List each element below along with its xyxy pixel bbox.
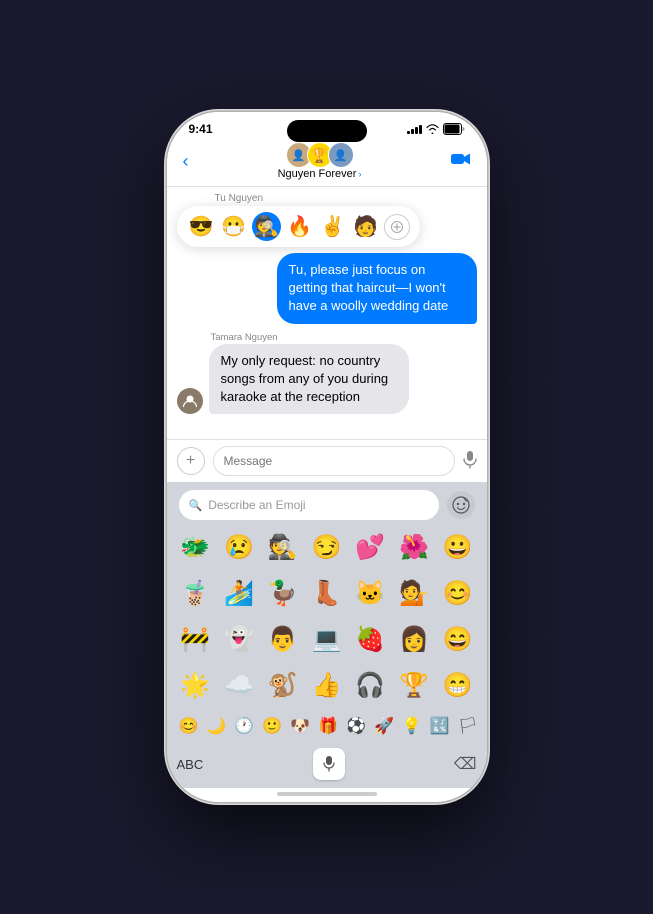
emoji-crown[interactable]: 🌺 — [393, 528, 435, 566]
add-reaction-button[interactable] — [384, 214, 410, 240]
toolbar-moon-icon[interactable]: 🌙 — [202, 712, 230, 740]
received-message-row: My only request: no country songs from a… — [177, 344, 477, 415]
keyboard-toolbar: 😊 🌙 🕐 🙂 🐶 🎁 ⚽ 🚀 💡 🔣 🏳 — [167, 708, 487, 744]
emoji-boots[interactable]: 👢 — [306, 574, 348, 612]
signal-icon — [407, 124, 422, 134]
reaction-emoji-5[interactable]: ✌️ — [318, 212, 347, 241]
emoji-smile[interactable]: 😊 — [437, 574, 479, 612]
emoji-bubble-tea[interactable]: 🧋 — [175, 574, 217, 612]
sent-bubble-text: Tu, please just focus on getting that ha… — [289, 262, 449, 313]
toolbar-flags-icon[interactable]: 🏳 — [454, 712, 482, 740]
emoji-star[interactable]: 🌟 — [175, 666, 217, 704]
mic-icon[interactable] — [463, 451, 477, 472]
reaction-emoji-3[interactable]: 🕵️ — [252, 212, 281, 241]
status-bar: 9:41 — [167, 112, 487, 138]
received-bubble-text: My only request: no country songs from a… — [221, 353, 389, 404]
emoji-laugh[interactable]: 😄 — [437, 620, 479, 658]
back-button[interactable]: ‹ — [183, 151, 189, 172]
home-indicator — [167, 788, 487, 802]
emoji-grid-row2: 🧋 🏄 🦆 👢 🐱 💁 😊 — [167, 570, 487, 616]
dynamic-island — [287, 120, 367, 142]
sender2-avatar — [177, 388, 203, 414]
toolbar-travel-icon[interactable]: 🚀 — [370, 712, 398, 740]
reaction-emoji-1[interactable]: 😎 — [187, 212, 216, 241]
emoji-spy[interactable]: 🕵️ — [262, 528, 304, 566]
emoji-cone[interactable]: 🚧 — [175, 620, 217, 658]
emoji-cloud[interactable]: ☁️ — [218, 666, 260, 704]
nav-bar: ‹ 👤 🏆 👤 Nguyen Forever › — [167, 138, 487, 187]
emoji-search-bar: 🔍 Describe an Emoji — [167, 482, 487, 524]
toolbar-animal-icon[interactable]: 🐶 — [286, 712, 314, 740]
search-magnifier-icon: 🔍 — [189, 499, 203, 512]
emoji-info-person[interactable]: 💁 — [393, 574, 435, 612]
emoji-thumbsup[interactable]: 👍 — [306, 666, 348, 704]
battery-icon — [443, 123, 465, 135]
phone-frame: 9:41 — [167, 112, 487, 802]
sent-bubble: Tu, please just focus on getting that ha… — [277, 253, 477, 324]
delete-key[interactable]: ⌫ — [454, 754, 477, 774]
emoji-woman[interactable]: 👩 — [393, 620, 435, 658]
status-time: 9:41 — [189, 122, 213, 136]
keyboard-bottom-bar: ABC ⌫ — [167, 744, 487, 788]
emoji-cat[interactable]: 🐱 — [349, 574, 391, 612]
toolbar-clock-icon[interactable]: 🕐 — [230, 712, 258, 740]
group-name-chevron: › — [358, 169, 361, 179]
reaction-emoji-4[interactable]: 🔥 — [285, 212, 314, 241]
emoji-man[interactable]: 👨 — [262, 620, 304, 658]
emoji-search-field[interactable]: 🔍 Describe an Emoji — [179, 490, 439, 520]
group-name-row: Nguyen Forever › — [278, 168, 362, 180]
emoji-generate-button[interactable] — [447, 491, 475, 519]
emoji-grid-row1: 🐲 😢 🕵️ 😏 💕 🌺 😀 — [167, 524, 487, 570]
emoji-grin[interactable]: 😀 — [437, 528, 479, 566]
toolbar-symbols-icon[interactable]: 🔣 — [426, 712, 454, 740]
emoji-surf[interactable]: 🏄 — [218, 574, 260, 612]
received-bubble: My only request: no country songs from a… — [209, 344, 409, 415]
emoji-sad[interactable]: 😢 — [218, 528, 260, 566]
messages-area: Tu Nguyen 😎 😷 🕵️ 🔥 ✌️ 🧑 T — [167, 187, 487, 439]
sender2-label: Tamara Nguyen — [211, 332, 477, 343]
sender-above-label: Tu Nguyen — [215, 193, 477, 204]
home-bar — [277, 792, 377, 796]
nav-center[interactable]: 👤 🏆 👤 Nguyen Forever › — [278, 142, 362, 180]
phone-screen: 9:41 — [167, 112, 487, 802]
toolbar-gift-icon[interactable]: 🎁 — [314, 712, 342, 740]
toolbar-objects-icon[interactable]: 💡 — [398, 712, 426, 740]
emoji-search-placeholder: Describe an Emoji — [208, 498, 305, 512]
emoji-strawberry[interactable]: 🍓 — [349, 620, 391, 658]
message-input[interactable] — [213, 446, 455, 476]
emoji-duck[interactable]: 🦆 — [262, 574, 304, 612]
emoji-ghost[interactable]: 👻 — [218, 620, 260, 658]
emoji-monkey[interactable]: 🐒 — [262, 666, 304, 704]
toolbar-emoji-icon[interactable]: 😊 — [175, 712, 203, 740]
emoji-smirk[interactable]: 😏 — [306, 528, 348, 566]
emoji-laptop[interactable]: 💻 — [306, 620, 348, 658]
emoji-grid-row4: 🌟 ☁️ 🐒 👍 🎧 🏆 😁 — [167, 662, 487, 708]
abc-button[interactable]: ABC — [177, 757, 204, 772]
reaction-emoji-2[interactable]: 😷 — [219, 212, 248, 241]
video-call-icon[interactable] — [451, 152, 471, 171]
emoji-reaction-bar: 😎 😷 🕵️ 🔥 ✌️ 🧑 — [177, 206, 420, 247]
attachment-button[interactable]: + — [177, 447, 205, 475]
status-icons — [407, 123, 465, 135]
keyboard-mic-button[interactable] — [313, 748, 345, 780]
sent-message-row: Tu, please just focus on getting that ha… — [177, 253, 477, 324]
emoji-beam[interactable]: 😁 — [437, 666, 479, 704]
toolbar-face-icon[interactable]: 🙂 — [258, 712, 286, 740]
emoji-dragon[interactable]: 🐲 — [175, 528, 217, 566]
message-input-bar: + — [167, 439, 487, 482]
emoji-keyboard: 🔍 Describe an Emoji 🐲 � — [167, 482, 487, 788]
wifi-icon — [426, 124, 439, 134]
reaction-emoji-6[interactable]: 🧑 — [351, 212, 380, 241]
emoji-grid-row3: 🚧 👻 👨 💻 🍓 👩 😄 — [167, 616, 487, 662]
emoji-headphones[interactable]: 🎧 — [349, 666, 391, 704]
emoji-hearts[interactable]: 💕 — [349, 528, 391, 566]
group-name: Nguyen Forever — [278, 168, 357, 180]
group-avatars: 👤 🏆 👤 — [286, 142, 354, 168]
avatar-2: 👤 — [328, 142, 354, 168]
emoji-trophy[interactable]: 🏆 — [393, 666, 435, 704]
toolbar-sport-icon[interactable]: ⚽ — [342, 712, 370, 740]
